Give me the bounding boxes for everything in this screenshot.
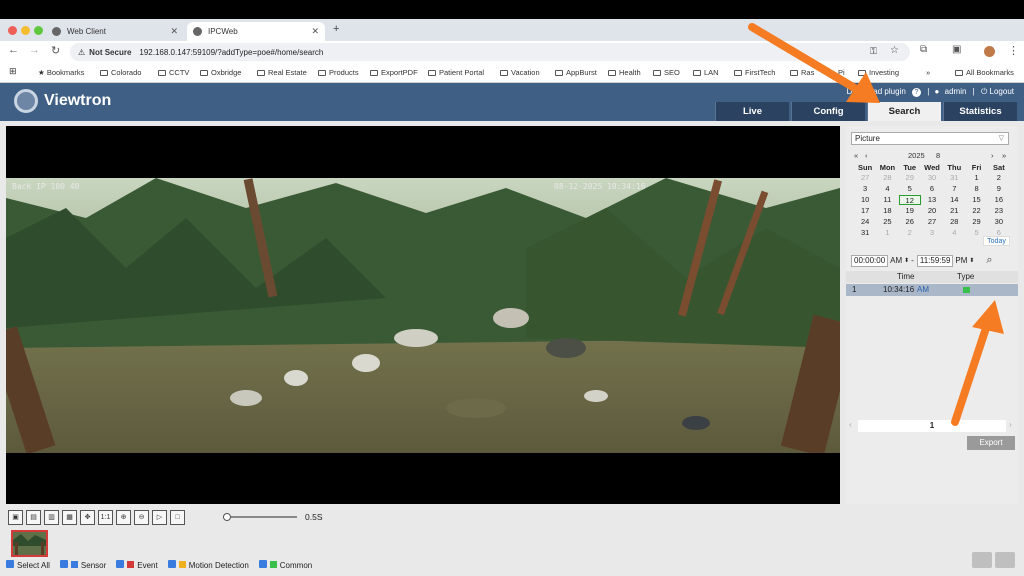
annotation-arrows: [748, 23, 1004, 426]
arrow-to-search-tab: [748, 23, 880, 103]
arrow-to-result-row: [951, 300, 1004, 426]
